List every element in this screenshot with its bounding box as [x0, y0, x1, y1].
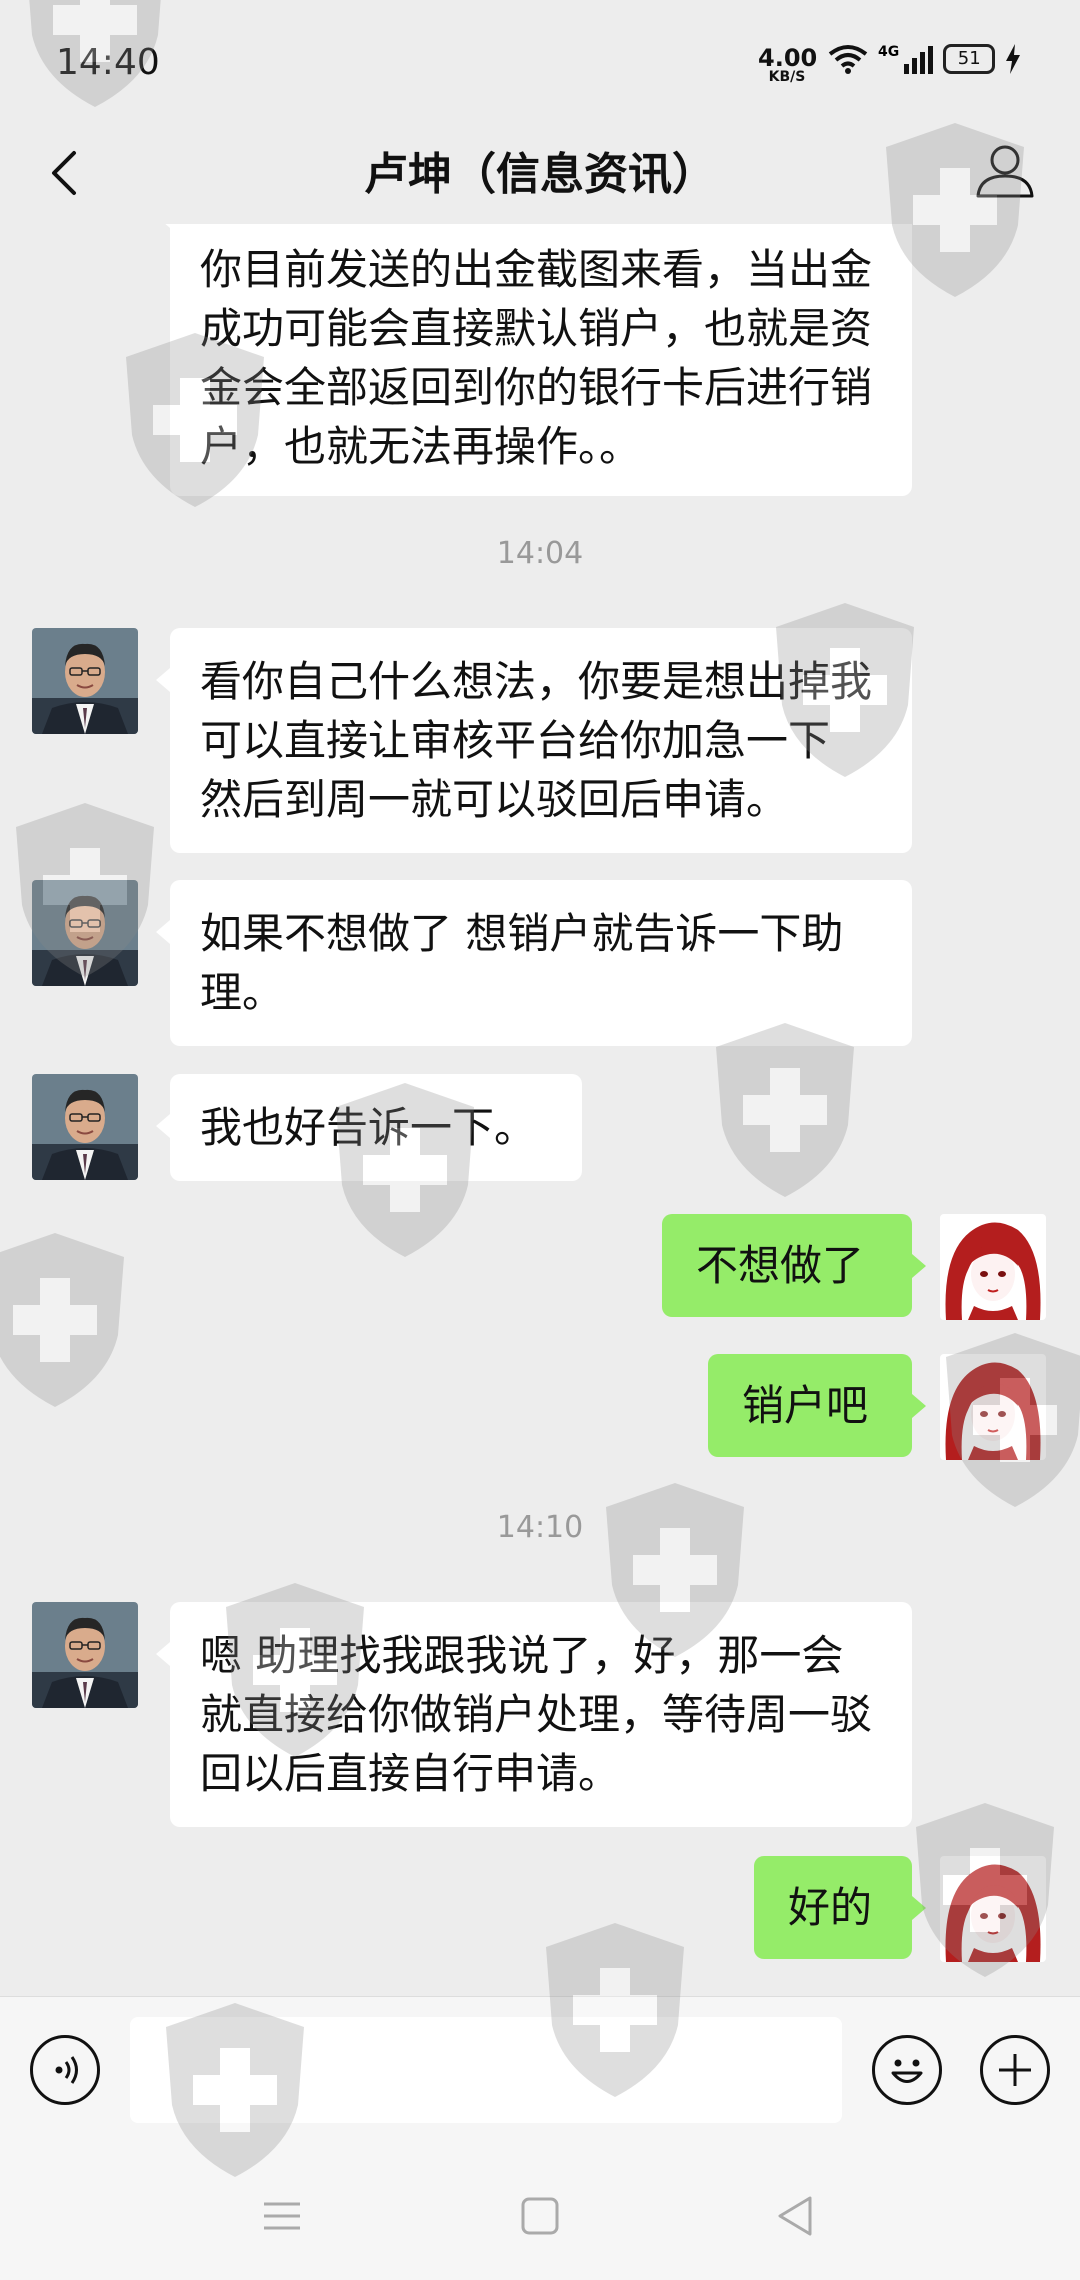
message-bubble-received[interactable]: 我也好告诉一下。	[156, 1074, 582, 1181]
message-bubble-received[interactable]: 看你自己什么想法，你要是想出掉我可以直接让审核平台给你加急一下 然后到周一就可以…	[156, 628, 912, 853]
avatar[interactable]	[940, 1856, 1046, 1962]
chat-header: 卢坤（信息资讯）	[0, 128, 1080, 224]
message-bubble-received[interactable]: 如果不想做了 想销户就告诉一下助理。	[156, 880, 912, 1046]
message-text: 你目前发送的出金截图来看，当出金成功可能会直接默认销户，也就是资金会全部返回到你…	[200, 245, 873, 471]
message-text: 嗯 助理找我跟我说了，好，那一会就直接给你做销户处理，等待周一驳回以后直接自行申…	[200, 1631, 873, 1798]
message-bubble-sent[interactable]: 不想做了	[662, 1214, 926, 1317]
message-bubble-sent[interactable]: 销户吧	[708, 1354, 926, 1457]
message-text: 我也好告诉一下。	[200, 1103, 537, 1152]
home-square-icon[interactable]	[510, 2186, 570, 2246]
avatar[interactable]	[32, 628, 138, 734]
message-bubble-received[interactable]: 嗯 助理找我跟我说了，好，那一会就直接给你做销户处理，等待周一驳回以后直接自行申…	[156, 1602, 912, 1827]
battery-icon: 51	[943, 44, 996, 74]
message-bubble-sent[interactable]: 好的	[754, 1856, 926, 1959]
message-bubble-received[interactable]: 你目前发送的出金截图来看，当出金成功可能会直接默认销户，也就是资金会全部返回到你…	[156, 224, 912, 496]
network-speed-unit: KB/S	[768, 69, 806, 85]
avatar[interactable]	[940, 1354, 1046, 1460]
menu-icon[interactable]	[252, 2186, 312, 2246]
person-icon[interactable]	[970, 136, 1040, 206]
cellular-signal-icon: 4G	[878, 44, 934, 74]
voice-icon[interactable]	[30, 2035, 100, 2105]
message-text: 如果不想做了 想销户就告诉一下助理。	[200, 909, 844, 1017]
message-timestamp: 14:04	[496, 536, 584, 571]
message-text: 好的	[788, 1883, 873, 1932]
chat-messages[interactable]: 你目前发送的出金截图来看，当出金成功可能会直接默认销户，也就是资金会全部返回到你…	[0, 224, 1080, 1996]
network-speed-value: 4.00	[758, 44, 818, 72]
avatar[interactable]	[32, 1074, 138, 1180]
status-icons: 4G 51	[828, 44, 1021, 74]
message-input[interactable]	[130, 2017, 842, 2123]
chevron-left-icon[interactable]	[30, 138, 100, 208]
message-text: 销户吧	[742, 1381, 869, 1430]
wifi-icon	[828, 45, 868, 74]
charging-bolt-icon	[1006, 44, 1021, 74]
message-text: 不想做了	[696, 1241, 865, 1290]
clock-time: 14:40	[56, 42, 160, 83]
message-text: 看你自己什么想法，你要是想出掉我可以直接让审核平台给你加急一下 然后到周一就可以…	[200, 657, 873, 824]
input-bar	[0, 1996, 1080, 2147]
emoji-icon[interactable]	[872, 2035, 942, 2105]
avatar[interactable]	[32, 1602, 138, 1708]
plus-icon[interactable]	[980, 2035, 1050, 2105]
network-speed: 4.00 KB/S	[758, 44, 818, 85]
back-triangle-icon[interactable]	[766, 2186, 826, 2246]
avatar[interactable]	[940, 1214, 1046, 1320]
network-type-label: 4G	[878, 44, 900, 60]
message-timestamp: 14:10	[496, 1510, 584, 1545]
chat-title: 卢坤（信息资讯）	[364, 149, 716, 200]
system-nav-bar	[0, 2146, 1080, 2280]
status-bar: 14:40 4.00 KB/S 4G 51	[0, 0, 1080, 128]
avatar[interactable]	[32, 880, 138, 986]
